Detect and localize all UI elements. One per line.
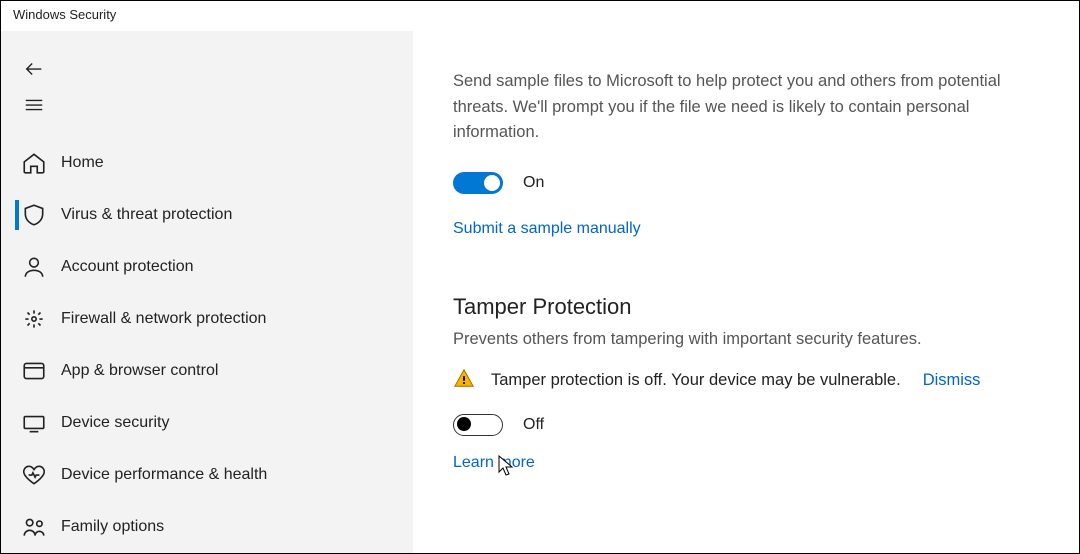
sidebar: Home Virus & threat protection Account p… [1, 31, 413, 553]
back-button[interactable] [1, 53, 413, 89]
family-icon [21, 514, 47, 540]
sidebar-item-firewall[interactable]: Firewall & network protection [1, 293, 413, 345]
window: Windows Security Home [0, 0, 1080, 554]
sidebar-item-family[interactable]: Family options [1, 501, 413, 553]
main-content: Send sample files to Microsoft to help p… [413, 31, 1079, 553]
sidebar-item-label: Firewall & network protection [61, 310, 266, 328]
sidebar-item-app-browser[interactable]: App & browser control [1, 345, 413, 397]
sidebar-item-label: Account protection [61, 258, 194, 276]
nav: Home Virus & threat protection Account p… [1, 137, 413, 553]
tamper-title: Tamper Protection [453, 294, 1039, 320]
sidebar-item-label: App & browser control [61, 362, 218, 380]
sample-toggle[interactable] [453, 172, 503, 194]
tamper-sub: Prevents others from tampering with impo… [453, 330, 1039, 349]
tamper-warning-text: Tamper protection is off. Your device ma… [491, 371, 901, 390]
device-security-icon [21, 410, 47, 436]
sidebar-item-performance[interactable]: Device performance & health [1, 449, 413, 501]
sidebar-item-account[interactable]: Account protection [1, 241, 413, 293]
sidebar-item-label: Device security [61, 414, 169, 432]
titlebar: Windows Security [1, 1, 1079, 31]
sample-submission-desc: Send sample files to Microsoft to help p… [453, 69, 1039, 146]
sidebar-item-label: Virus & threat protection [61, 206, 232, 224]
heart-icon [21, 462, 47, 488]
tamper-warning-row: Tamper protection is off. Your device ma… [453, 367, 1039, 394]
back-arrow-icon [23, 58, 45, 85]
tamper-toggle-label: Off [523, 416, 544, 434]
dismiss-link[interactable]: Dismiss [923, 371, 981, 390]
account-icon [21, 254, 47, 280]
sample-toggle-row: On [453, 172, 1039, 194]
sidebar-item-label: Home [61, 154, 104, 172]
submit-sample-link[interactable]: Submit a sample manually [453, 220, 641, 238]
sidebar-item-label: Family options [61, 518, 164, 536]
hamburger-button[interactable] [1, 89, 413, 125]
window-title: Windows Security [13, 7, 116, 22]
sidebar-item-home[interactable]: Home [1, 137, 413, 189]
sample-toggle-label: On [523, 174, 544, 192]
warning-icon [453, 367, 475, 394]
sidebar-item-device-security[interactable]: Device security [1, 397, 413, 449]
app-browser-icon [21, 358, 47, 384]
sidebar-item-label: Device performance & health [61, 466, 267, 484]
tamper-toggle[interactable] [453, 414, 503, 436]
hamburger-icon [23, 94, 45, 121]
shield-icon [21, 202, 47, 228]
sidebar-item-virus[interactable]: Virus & threat protection [1, 189, 413, 241]
learn-more-link[interactable]: Learn more [453, 454, 535, 472]
firewall-icon [21, 306, 47, 332]
home-icon [21, 150, 47, 176]
body: Home Virus & threat protection Account p… [1, 31, 1079, 553]
tamper-toggle-row: Off [453, 414, 1039, 436]
